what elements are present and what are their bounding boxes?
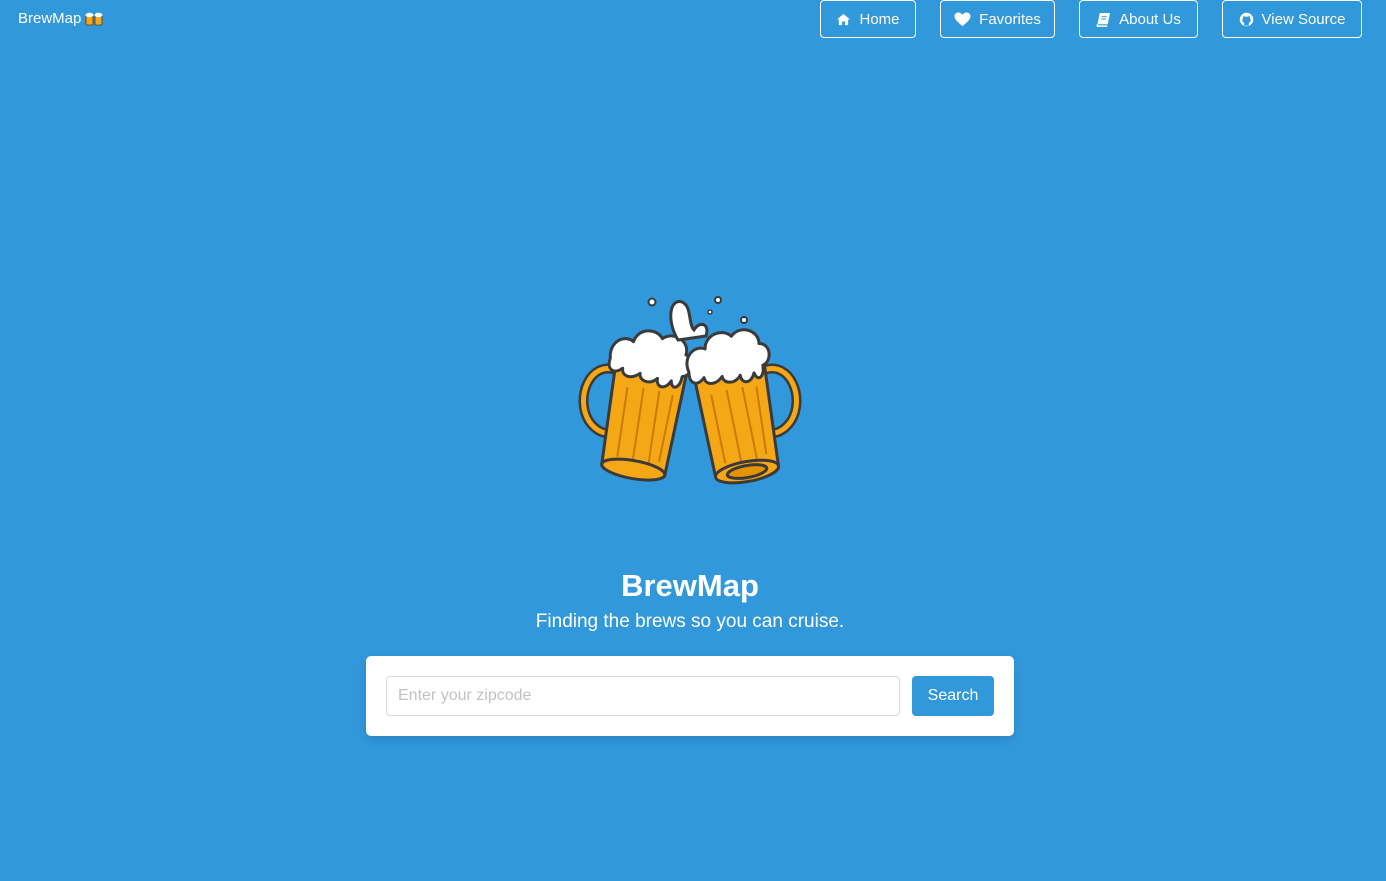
navbar: BrewMap Home Favorites About Us View Sou… — [0, 0, 1386, 38]
github-icon — [1239, 12, 1254, 27]
page: BrewMap Home Favorites About Us View Sou… — [0, 0, 1386, 881]
search-button[interactable]: Search — [912, 676, 994, 716]
nav-favorites-label: Favorites — [979, 10, 1041, 28]
brand-name: BrewMap — [18, 10, 82, 27]
search-button-label: Search — [927, 687, 979, 704]
nav-about-button[interactable]: About Us — [1079, 0, 1198, 38]
nav-view-source-button[interactable]: View Source — [1222, 0, 1362, 38]
heart-icon — [954, 11, 971, 27]
book-icon — [1096, 12, 1111, 27]
brand[interactable]: BrewMap — [18, 9, 103, 29]
beer-mugs-emoji-icon — [85, 11, 103, 27]
page-subtitle: Finding the brews so you can cruise. — [535, 611, 845, 632]
zipcode-input[interactable] — [386, 676, 900, 716]
search-box: Search — [366, 656, 1014, 736]
nav-view-source-label: View Source — [1261, 10, 1346, 28]
home-icon — [836, 13, 851, 26]
nav-home-label: Home — [859, 10, 900, 28]
nav-about-label: About Us — [1119, 10, 1181, 28]
nav-favorites-button[interactable]: Favorites — [940, 0, 1055, 38]
clinking-beer-mugs-illustration — [570, 290, 810, 500]
nav-home-button[interactable]: Home — [820, 0, 916, 38]
page-title: BrewMap — [621, 568, 759, 603]
